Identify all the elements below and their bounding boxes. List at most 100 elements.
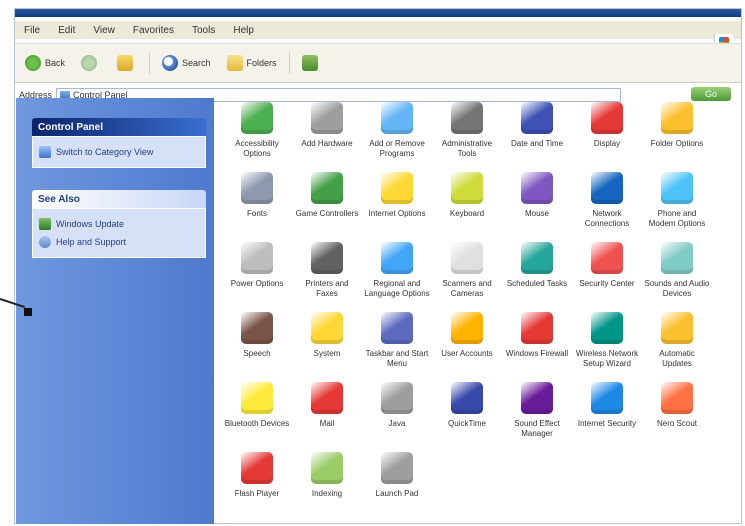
see-also-label: Help and Support — [56, 237, 127, 247]
keyboard-icon — [451, 172, 483, 204]
control-panel-item[interactable]: Folder Options — [642, 96, 712, 166]
automatic-updates-icon — [661, 312, 693, 344]
search-button[interactable]: Search — [158, 51, 215, 75]
nero-scout-icon — [661, 382, 693, 414]
control-panel-item[interactable]: Java — [362, 376, 432, 446]
flash-player-icon — [241, 452, 273, 484]
control-panel-item-label: Speech — [243, 349, 271, 358]
back-button[interactable]: Back — [21, 51, 69, 75]
control-panel-item-label: Windows Firewall — [505, 349, 569, 358]
taskbar-start-menu-icon — [381, 312, 413, 344]
control-panel-item[interactable]: Wireless Network Setup Wizard — [572, 306, 642, 376]
see-also-windows-update[interactable]: Windows Update — [39, 215, 199, 233]
control-panel-item[interactable]: User Accounts — [432, 306, 502, 376]
control-panel-section-header[interactable]: Control Panel — [32, 118, 206, 136]
control-panel-item[interactable]: Launch Pad — [362, 446, 432, 516]
control-panel-item[interactable]: QuickTime — [432, 376, 502, 446]
control-panel-item[interactable]: Security Center — [572, 236, 642, 306]
control-panel-item[interactable]: Network Connections — [572, 166, 642, 236]
control-panel-item[interactable]: Fonts — [222, 166, 292, 236]
control-panel-item-label: Scanners and Cameras — [442, 279, 492, 298]
control-panel-item-label: Internet Options — [368, 209, 426, 218]
display-icon — [591, 102, 623, 134]
search-label: Search — [182, 58, 211, 68]
menu-help[interactable]: Help — [224, 25, 263, 36]
menu-favorites[interactable]: Favorites — [124, 25, 183, 36]
control-panel-item[interactable]: Automatic Updates — [642, 306, 712, 376]
user-accounts-icon — [451, 312, 483, 344]
control-panel-item[interactable]: Indexing — [292, 446, 362, 516]
control-panel-item[interactable]: Keyboard — [432, 166, 502, 236]
menu-bar: File Edit View Favorites Tools Help — [15, 21, 741, 50]
control-panel-item[interactable]: Speech — [222, 306, 292, 376]
control-panel-item[interactable]: Flash Player — [222, 446, 292, 516]
control-panel-item[interactable]: Regional and Language Options — [362, 236, 432, 306]
control-panel-item-label: Mail — [319, 419, 335, 428]
views-icon — [301, 55, 318, 71]
control-panel-item-label: User Accounts — [441, 349, 493, 358]
control-panel-item[interactable]: Mail — [292, 376, 362, 446]
security-center-icon — [591, 242, 623, 274]
date-time-icon — [521, 102, 553, 134]
windows-update-icon — [39, 218, 51, 230]
control-panel-item-label: QuickTime — [448, 419, 486, 428]
control-panel-item[interactable]: Scanners and Cameras — [432, 236, 502, 306]
control-panel-item[interactable]: Add or Remove Programs — [362, 96, 432, 166]
control-panel-item[interactable]: Internet Options — [362, 166, 432, 236]
fonts-icon — [241, 172, 273, 204]
indexing-icon — [311, 452, 343, 484]
control-panel-item[interactable]: Power Options — [222, 236, 292, 306]
menu-edit[interactable]: Edit — [49, 25, 84, 36]
back-label: Back — [45, 58, 66, 68]
up-button[interactable] — [113, 51, 141, 75]
control-panel-item[interactable]: Sound Effect Manager — [502, 376, 572, 446]
power-options-icon — [241, 242, 273, 274]
scanners-cameras-icon — [451, 242, 483, 274]
folders-button[interactable]: Folders — [223, 51, 281, 75]
see-also-section: See Also Windows Update Help and Support — [32, 190, 206, 258]
menu-tools[interactable]: Tools — [183, 25, 224, 36]
see-also-body: Windows Update Help and Support — [32, 208, 206, 258]
toolbar: Back Search Folders — [15, 43, 741, 83]
control-panel-item-label: Game Controllers — [295, 209, 359, 218]
see-also-header[interactable]: See Also — [32, 190, 206, 208]
control-panel-item[interactable]: Add Hardware — [292, 96, 362, 166]
control-panel-item-label: Nero Scout — [656, 419, 698, 428]
title-bar[interactable] — [15, 9, 741, 17]
control-panel-item[interactable]: Date and Time — [502, 96, 572, 166]
control-panel-item[interactable]: Sounds and Audio Devices — [642, 236, 712, 306]
see-also-help-support[interactable]: Help and Support — [39, 233, 199, 251]
views-button[interactable] — [298, 51, 326, 75]
game-controllers-icon — [311, 172, 343, 204]
menu-file[interactable]: File — [15, 25, 49, 36]
control-panel-item[interactable]: Nero Scout — [642, 376, 712, 446]
control-panel-item[interactable]: Phone and Modem Options — [642, 166, 712, 236]
control-panel-item[interactable]: Game Controllers — [292, 166, 362, 236]
control-panel-item[interactable]: System — [292, 306, 362, 376]
switch-view-link[interactable]: Switch to Category View — [39, 143, 199, 161]
help-support-icon — [39, 236, 51, 248]
control-panel-item[interactable]: Scheduled Tasks — [502, 236, 572, 306]
control-panel-item[interactable]: Bluetooth Devices — [222, 376, 292, 446]
control-panel-item-label: Indexing — [311, 489, 343, 498]
forward-button[interactable] — [77, 51, 105, 75]
mail-icon — [311, 382, 343, 414]
control-panel-item[interactable]: Display — [572, 96, 642, 166]
search-icon — [162, 55, 179, 71]
control-panel-item[interactable]: Accessibility Options — [222, 96, 292, 166]
administrative-tools-icon — [451, 102, 483, 134]
control-panel-item[interactable]: Taskbar and Start Menu — [362, 306, 432, 376]
control-panel-item-label: Internet Security — [577, 419, 637, 428]
back-arrow-icon — [25, 55, 41, 71]
control-panel-item[interactable]: Windows Firewall — [502, 306, 572, 376]
control-panel-item[interactable]: Internet Security — [572, 376, 642, 446]
control-panel-item-label: System — [313, 349, 341, 358]
control-panel-item[interactable]: Printers and Faxes — [292, 236, 362, 306]
control-panel-item-label: Sounds and Audio Devices — [644, 279, 710, 298]
control-panel-item[interactable]: Administrative Tools — [432, 96, 502, 166]
control-panel-item-label: Add or Remove Programs — [369, 139, 425, 158]
control-panel-item-label: Wireless Network Setup Wizard — [575, 349, 639, 368]
control-panel-item[interactable]: Mouse — [502, 166, 572, 236]
menu-view[interactable]: View — [84, 25, 124, 36]
control-panel-section-body: Switch to Category View — [32, 136, 206, 168]
